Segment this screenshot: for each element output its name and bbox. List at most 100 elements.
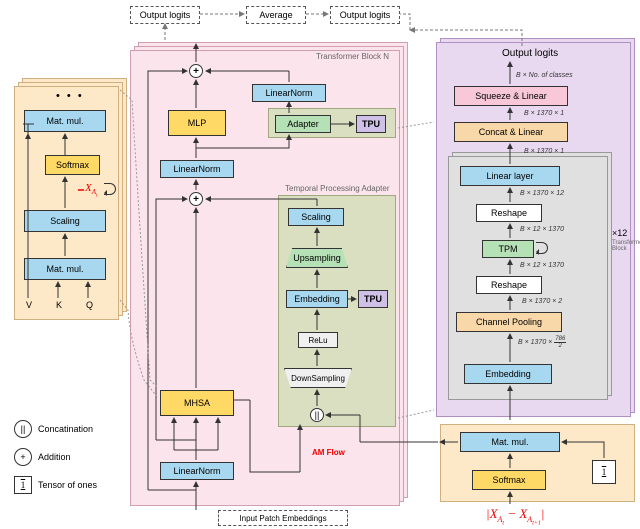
matmul-bottom: Mat. mul. (24, 258, 106, 280)
scaling-left-label: Scaling (50, 216, 80, 226)
matmul-right-label: Mat. mul. (491, 437, 528, 447)
dots-label: • • • (56, 90, 84, 102)
reshape-1-label: Reshape (491, 208, 527, 218)
average-box: Average (246, 6, 306, 24)
shape-2: B × 1370 × 1 (524, 148, 564, 155)
q-label: Q (86, 300, 93, 310)
tpm-loop-icon (536, 242, 548, 254)
legend-addition-label: Addition (38, 452, 71, 462)
legend-ones-label: Tensor of ones (38, 480, 97, 490)
linearnorm-1: LinearNorm (252, 84, 326, 102)
shape-out: B × No. of classes (516, 72, 573, 79)
legend-addition: + Addition (14, 448, 71, 466)
softmax-right-label: Softmax (492, 475, 525, 485)
x12-label: ×12 (612, 228, 627, 238)
shape-1: B × 1370 × 1 (524, 110, 564, 117)
mhsa-block: MHSA (160, 390, 234, 416)
squeeze-linear: Squeeze & Linear (454, 86, 568, 106)
shape-6: B × 1370 × 2 (522, 298, 562, 305)
output-logits-label-2: Output logits (340, 10, 391, 20)
shape-7b: 786 (554, 336, 566, 343)
reshape-2-label: Reshape (491, 280, 527, 290)
tpu-2-label: TPU (364, 294, 382, 304)
relu-label: ReLu (308, 336, 327, 345)
downsampling-block: DownSampling (284, 368, 352, 388)
output-logits-box-2: Output logits (330, 6, 400, 24)
add-mid: + (189, 192, 203, 206)
scaling-tpa-label: Scaling (301, 212, 331, 222)
shape-7c: 2 (559, 343, 562, 349)
linear-layer-label: Linear layer (486, 171, 533, 181)
legend-ones: 1 Tensor of ones (14, 476, 97, 494)
diff-label: |XAt − XAt+1| (486, 506, 544, 526)
matmul-top: Mat. mul. (24, 110, 106, 132)
output-logits-right: Output logits (502, 48, 558, 59)
adapter-block: Adapter (275, 115, 331, 133)
shape-5: B × 12 × 1370 (520, 262, 564, 269)
shape-3: B × 1370 × 12 (520, 190, 564, 197)
concat-icon: || (14, 420, 32, 438)
ones-label: 1 (602, 467, 607, 477)
embedding-right: Embedding (464, 364, 552, 384)
matmul-right: Mat. mul. (460, 432, 560, 452)
relu-block: ReLu (298, 332, 338, 348)
embedding-right-label: Embedding (485, 369, 531, 379)
input-patch-label: Input Patch Embeddings (239, 514, 326, 523)
squeeze-label: Squeeze & Linear (475, 91, 547, 101)
embedding-tpa: Embedding (286, 290, 348, 308)
x-at-loop-icon (104, 183, 116, 195)
concat-node: || (310, 408, 324, 422)
linearnorm-2: LinearNorm (160, 160, 234, 178)
reshape-2: Reshape (476, 276, 542, 294)
matmul-bottom-label: Mat. mul. (46, 264, 83, 274)
tpu-1-label: TPU (362, 119, 380, 129)
output-logits-box-1: Output logits (130, 6, 200, 24)
legend-concat-label: Concatination (38, 424, 93, 434)
linearnorm-3: LinearNorm (160, 462, 234, 480)
linearnorm-3-label: LinearNorm (173, 466, 220, 476)
downsampling-label: DownSampling (291, 374, 345, 383)
mlp-block: MLP (168, 110, 226, 136)
tpa-pane (278, 195, 396, 427)
tpu-2: TPU (358, 290, 388, 308)
tpa-title: Temporal Processing Adapter (285, 184, 390, 193)
linearnorm-2-label: LinearNorm (173, 164, 220, 174)
softmax-left: Softmax (45, 155, 100, 175)
x-at-label: XAt (85, 182, 97, 199)
linear-layer: Linear layer (460, 166, 560, 186)
channel-pooling-label: Channel Pooling (476, 317, 542, 327)
ones-icon: 1 (14, 476, 32, 494)
output-logits-label-1: Output logits (140, 10, 191, 20)
scaling-left: Scaling (24, 210, 106, 232)
ones-tensor: 1 (592, 460, 616, 484)
embedding-tpa-label: Embedding (294, 294, 340, 304)
mlp-label: MLP (188, 118, 207, 128)
adapter-label: Adapter (287, 119, 319, 129)
scaling-tpa: Scaling (288, 208, 344, 226)
plus-icon: + (14, 448, 32, 466)
v-label: V (26, 300, 32, 310)
legend-concat: || Concatination (14, 420, 93, 438)
tpm-block: TPM (482, 240, 534, 258)
concat-linear-label: Concat & Linear (479, 127, 544, 137)
average-label: Average (259, 10, 292, 20)
transformer-block-title: Transformer Block N (316, 52, 389, 61)
concat-linear: Concat & Linear (454, 122, 568, 142)
shape-7a: B × 1370 × (518, 339, 552, 346)
reshape-1: Reshape (476, 204, 542, 222)
tpu-1: TPU (356, 115, 386, 133)
matmul-top-label: Mat. mul. (46, 116, 83, 126)
k-label: K (56, 300, 62, 310)
softmax-left-label: Softmax (56, 160, 89, 170)
softmax-right: Softmax (472, 470, 546, 490)
shape-4: B × 12 × 1370 (520, 226, 564, 233)
am-flow-label: AM Flow (312, 448, 345, 457)
shape-7: B × 1370 × 786 2 (518, 336, 566, 349)
mhsa-label: MHSA (184, 398, 210, 408)
add-top: + (189, 64, 203, 78)
upsampling-border (286, 248, 348, 268)
tpm-label: TPM (499, 244, 518, 254)
input-patch-box: Input Patch Embeddings (218, 510, 348, 526)
channel-pooling: Channel Pooling (456, 312, 562, 332)
x12-sublabel: Transformer Block (612, 240, 640, 252)
